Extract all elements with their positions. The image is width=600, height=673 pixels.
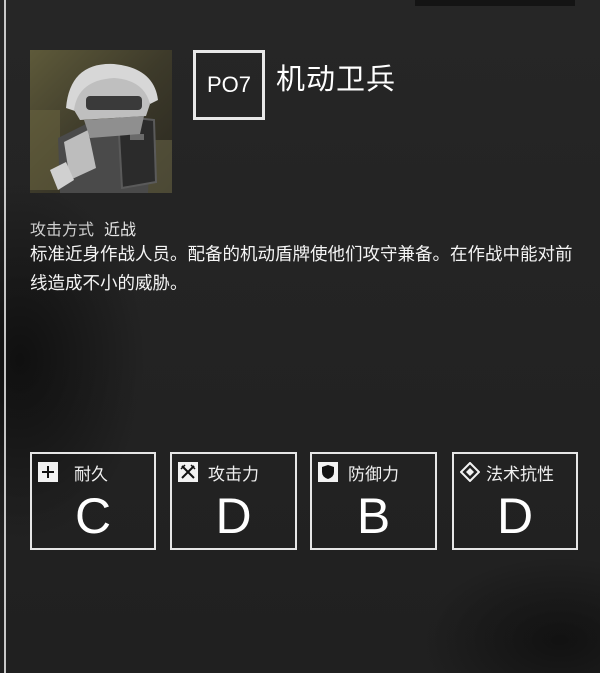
plus-icon (38, 462, 58, 482)
stat-label: 耐久 (74, 464, 108, 485)
diamond-icon (460, 462, 480, 482)
stat-label: 攻击力 (208, 464, 259, 485)
unit-code: PO7 (206, 72, 252, 97)
stat-card-attack: 攻击力 D (170, 452, 297, 550)
attack-type-row: 攻击方式 近战 (30, 216, 136, 240)
stat-grade: B (356, 488, 391, 544)
unit-name: 机动卫兵 (276, 62, 397, 96)
crossed-swords-icon (178, 462, 198, 482)
attack-type-value: 近战 (104, 220, 137, 239)
stat-card-arts-resistance: 法术抗性 D (452, 452, 578, 550)
attack-type-label: 攻击方式 (30, 220, 95, 239)
left-rail-divider (4, 0, 6, 673)
stat-label: 法术抗性 (486, 464, 554, 485)
unit-code-badge: PO7 (193, 50, 265, 120)
unit-portrait (30, 50, 172, 193)
stat-card-defense: 防御力 B (310, 452, 437, 550)
stat-grade: D (215, 488, 252, 544)
stat-card-durability: 耐久 C (30, 452, 156, 550)
stat-grade: C (74, 488, 112, 544)
shield-icon (318, 462, 338, 482)
unit-description: 标准近身作战人员。配备的机动盾牌使他们攻守兼备。在作战中能对前线造成不小的威胁。 (30, 245, 573, 294)
stat-label: 防御力 (348, 464, 399, 485)
stat-grade: D (496, 488, 534, 544)
top-strip (415, 0, 575, 6)
